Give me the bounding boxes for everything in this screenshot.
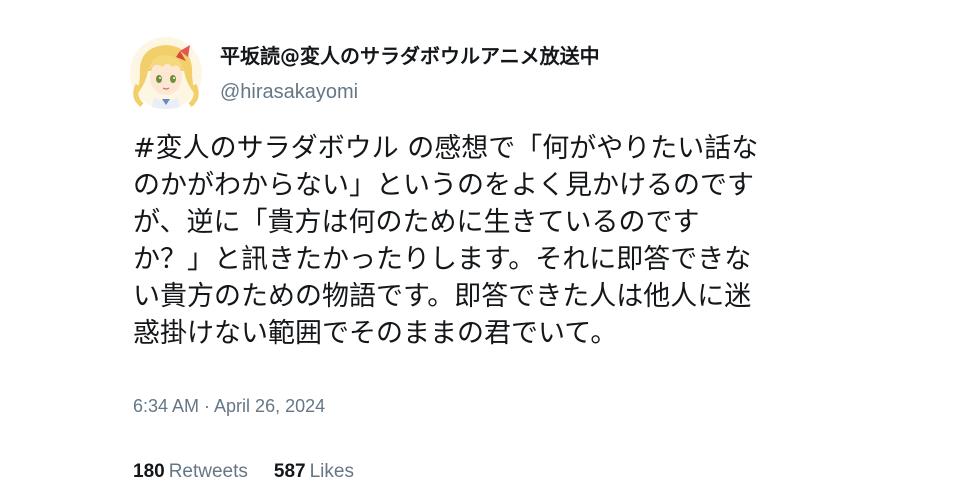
retweets-count: 180 [133, 461, 165, 482]
tweet-header: 平坂読@変人のサラダボウルアニメ放送中 @hirasakayomi [130, 35, 833, 115]
display-name[interactable]: 平坂読@変人のサラダボウルアニメ放送中 [220, 44, 600, 68]
avatar[interactable] [128, 35, 204, 111]
user-names: 平坂読@変人のサラダボウルアニメ放送中 @hirasakayomi [220, 35, 600, 104]
retweets-label: Retweets [168, 461, 248, 482]
user-handle[interactable]: @hirasakayomi [220, 80, 600, 104]
tweet-timestamp[interactable]: 6:34 AM · April 26, 2024 [133, 396, 833, 417]
likes-stat[interactable]: 587 Likes [274, 461, 354, 483]
likes-label: Likes [309, 461, 354, 482]
tweet-text: #変人のサラダボウル の感想で「何がやりたい話な のかがわからない」というのをよ… [133, 133, 759, 349]
retweets-stat[interactable]: 180 Retweets [133, 461, 248, 483]
tweet-stats: 180 Retweets 587 Likes [133, 461, 833, 483]
tweet-card: 平坂読@変人のサラダボウルアニメ放送中 @hirasakayomi #変人のサラ… [130, 35, 833, 483]
likes-count: 587 [273, 461, 306, 482]
